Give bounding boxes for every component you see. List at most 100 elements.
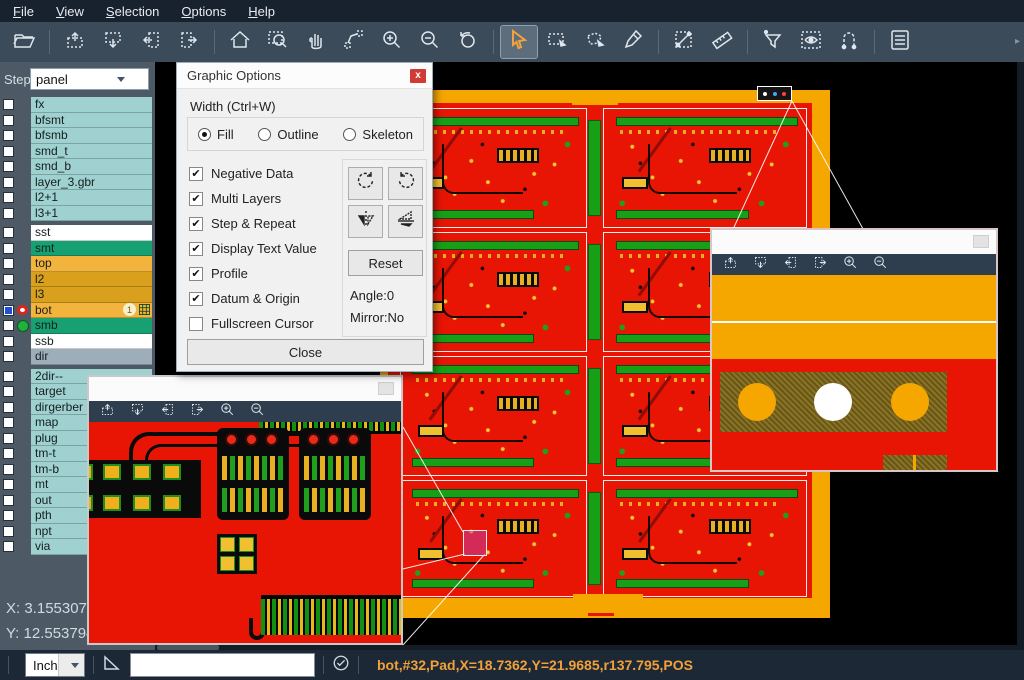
menu-view[interactable]: View [45,2,95,21]
menu-help[interactable]: Help [237,2,286,21]
layer-checkbox[interactable] [3,99,14,110]
pan-left-button[interactable] [133,26,169,58]
layer-row-smd_b[interactable]: smd_b [0,159,155,175]
home-view-button[interactable] [222,26,258,58]
layer-checkbox[interactable] [3,336,14,347]
layer-name[interactable]: l2+1 [31,190,152,206]
layer-checkbox[interactable] [3,464,14,475]
pan-down-button[interactable] [95,26,131,58]
layer-checkbox[interactable] [3,177,14,188]
zoom-in-button[interactable] [374,26,410,58]
layer-row-fx[interactable]: fx [0,97,155,113]
layer-checkbox[interactable] [3,161,14,172]
layer-checkbox[interactable] [3,208,14,219]
report-button[interactable] [882,26,918,58]
layer-row-bot[interactable]: bot1 [0,303,155,319]
layer-checkbox[interactable] [3,274,14,285]
menu-options[interactable]: Options [170,2,237,21]
layer-row-ssb[interactable]: ssb [0,334,155,350]
popup-title-bar[interactable] [89,377,401,401]
layer-checkbox[interactable] [3,386,14,397]
layer-name[interactable]: sst [31,225,152,241]
layer-name[interactable]: smd_b [31,159,152,175]
radio-skeleton[interactable]: Skeleton [343,127,413,142]
magnifier-popup-right[interactable] [710,228,998,472]
ruler-button[interactable] [704,26,740,58]
layer-row-bfsmb[interactable]: bfsmb [0,128,155,144]
zoom-window-button[interactable] [260,26,296,58]
layer-row-l3[interactable]: l3 [0,287,155,303]
layer-row-l3+1[interactable]: l3+1 [0,206,155,222]
brush-button[interactable] [615,26,651,58]
close-icon[interactable]: x [410,69,426,83]
zoom-out-button[interactable] [412,26,448,58]
layer-checkbox[interactable] [3,192,14,203]
pan-left-icon[interactable] [782,254,799,276]
select-cursor-button[interactable] [501,26,537,58]
pan-right-icon[interactable] [189,401,206,423]
grid-icon[interactable] [139,304,150,315]
layer-checkbox[interactable] [3,320,14,331]
pan-up-icon[interactable] [722,254,739,276]
open-file-button[interactable] [6,26,42,58]
layer-row-bfsmt[interactable]: bfsmt [0,113,155,129]
net-trace-button[interactable] [831,26,867,58]
layer-row-l2+1[interactable]: l2+1 [0,190,155,206]
layer-name[interactable]: layer_3.gbr [31,175,152,191]
layer-checkbox[interactable] [3,448,14,459]
diagonal-measure-button[interactable] [666,26,702,58]
checkbox-display-text-value[interactable]: ✔Display Text Value [189,236,339,261]
layer-checkbox[interactable] [3,495,14,506]
layer-name[interactable]: l2 [31,272,152,288]
magnifier-popup-left[interactable] [87,375,403,645]
unit-select[interactable]: Inch [25,653,85,677]
layer-checkbox[interactable] [3,146,14,157]
layer-row-top[interactable]: top [0,256,155,272]
layer-checkbox[interactable] [3,289,14,300]
layer-checkbox[interactable] [3,510,14,521]
layer-name[interactable]: dir [31,349,152,365]
popup-title-bar[interactable] [712,230,996,254]
pan-right-button[interactable] [171,26,207,58]
rotate-ccw-button[interactable] [388,167,423,200]
popup-minimize-button[interactable] [973,235,989,248]
refresh-icon[interactable] [332,654,350,677]
pan-up-icon[interactable] [99,401,116,423]
checkbox-multi-layers[interactable]: ✔Multi Layers [189,186,339,211]
dialog-title-bar[interactable]: Graphic Options x [177,63,432,89]
menu-file[interactable]: File [2,2,45,21]
layer-name[interactable]: smd_t [31,144,152,160]
layer-checkbox[interactable] [3,115,14,126]
layer-checkbox[interactable] [3,130,14,141]
layer-checkbox[interactable] [3,227,14,238]
chevron-down-icon[interactable] [58,654,84,676]
mirror-horizontal-button[interactable] [348,205,383,238]
pan-left-icon[interactable] [159,401,176,423]
magnified-pcb-view[interactable] [89,422,401,643]
layer-name[interactable]: bfsmt [31,113,152,129]
layer-row-layer_3.gbr[interactable]: layer_3.gbr [0,175,155,191]
magnified-pcb-view[interactable] [712,275,996,470]
reset-button[interactable]: Reset [348,250,423,276]
layer-checkbox[interactable] [3,402,14,413]
toolbar-overflow-arrow[interactable]: ▸ [1015,36,1020,47]
layer-name[interactable]: bot1 [31,303,152,319]
chevron-down-icon[interactable] [90,69,149,89]
layer-name[interactable]: l3 [31,287,152,303]
layer-name[interactable]: fx [31,97,152,113]
step-select[interactable]: panel [30,68,149,90]
checkbox-fullscreen-cursor[interactable]: Fullscreen Cursor [189,311,339,336]
pan-hand-button[interactable] [298,26,334,58]
layer-checkbox[interactable] [3,433,14,444]
view-region-button[interactable] [793,26,829,58]
rotate-cw-button[interactable] [348,167,383,200]
pan-down-icon[interactable] [129,401,146,423]
mirror-vertical-button[interactable] [388,205,423,238]
layer-row-dir[interactable]: dir [0,349,155,365]
checkbox-datum-origin[interactable]: ✔Datum & Origin [189,286,339,311]
layer-name[interactable]: top [31,256,152,272]
layer-name[interactable]: bfsmb [31,128,152,144]
zoom-out-icon[interactable] [872,254,889,276]
zoom-in-icon[interactable] [219,401,236,423]
zoom-previous-button[interactable] [450,26,486,58]
